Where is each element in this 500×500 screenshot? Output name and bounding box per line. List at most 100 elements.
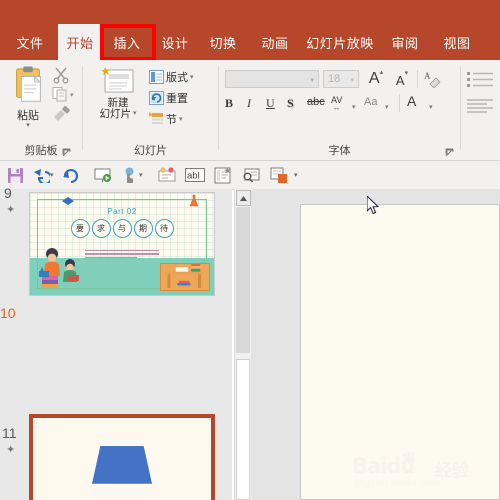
touch-dropdown-caret[interactable]: ▾ <box>139 171 143 179</box>
align-button[interactable] <box>467 98 497 119</box>
tab-transition[interactable]: 切换 <box>200 24 246 60</box>
font-dialog-launcher[interactable] <box>445 148 454 157</box>
slideshow-icon <box>94 168 111 182</box>
thumb9-char-1: 要 <box>70 219 90 238</box>
thumb9-char-3: 与 <box>112 219 132 238</box>
change-case-glyph: Aa <box>364 96 378 108</box>
thumb9-char-5: 待 <box>154 219 174 238</box>
paste-dropdown-caret[interactable]: ▾ <box>26 122 30 129</box>
thumb9-flask-icon <box>189 194 199 207</box>
undo-dropdown-caret[interactable]: ▾ <box>50 171 54 179</box>
font-name-dropdown-caret[interactable]: ▾ <box>310 76 314 84</box>
layout-icon <box>149 70 164 84</box>
thumb10-trapezoid-shape[interactable] <box>92 445 152 484</box>
shrink-font-button[interactable]: A ▾ <box>391 69 413 91</box>
copy-dropdown-caret[interactable]: ▾ <box>70 91 74 99</box>
tab-review[interactable]: 审阅 <box>382 24 428 60</box>
redo-button[interactable] <box>60 164 82 186</box>
scrollbar-track-lower[interactable] <box>236 359 250 500</box>
powerpoint-window: 文件 开始 插入 设计 切换 动画 幻灯片放映 审阅 视图 粘贴 ▾ ▾ 剪贴板… <box>0 0 500 500</box>
shrink-font-glyph: A <box>395 72 405 88</box>
thumb9-children-illustration <box>39 248 79 288</box>
reset-icon <box>149 91 164 105</box>
slide-editing-area[interactable] <box>251 189 500 500</box>
ribbon-group-font: ▾ 18 ▾ A ▴ A ▾ A B I U S abc AV ↔ ▾ Aa ▾… <box>219 60 460 160</box>
font-size-value: 18 <box>328 73 341 85</box>
copy-icon <box>52 87 67 102</box>
save-button[interactable] <box>4 164 26 186</box>
paste-label: 粘贴 <box>17 110 39 122</box>
paste-icon <box>16 66 42 102</box>
section-dropdown-caret[interactable]: ▾ <box>179 115 183 123</box>
align-left-icon <box>467 99 493 113</box>
outline-view-button[interactable] <box>212 164 234 186</box>
italic-button[interactable]: I <box>247 96 251 111</box>
svg-text:A: A <box>424 71 431 81</box>
clear-formatting-button[interactable]: A <box>422 69 444 89</box>
underline-button[interactable]: U <box>266 96 275 111</box>
tab-insert[interactable]: 插入 <box>104 24 150 60</box>
new-slide-icon <box>101 67 134 93</box>
bold-button[interactable]: B <box>225 96 233 111</box>
text-shadow-button[interactable]: S <box>287 96 294 111</box>
reset-label: 重置 <box>166 93 188 105</box>
italic-glyph: I <box>247 96 251 110</box>
outline-view-icon <box>214 166 231 183</box>
find-button[interactable] <box>240 164 262 186</box>
new-slide-dropdown-caret[interactable]: ▾ <box>133 108 137 120</box>
font-size-input[interactable]: 18 ▾ <box>323 70 359 88</box>
tab-file[interactable]: 文件 <box>4 24 56 60</box>
section-button[interactable]: 节 ▾ <box>149 111 183 127</box>
slide-thumbnail-pane[interactable]: 9 ✦ Part 02 要 求 与 期 待 10 11 ✦ <box>0 185 232 500</box>
section-label: 节 <box>166 114 177 126</box>
thumbnail-slide-9[interactable]: Part 02 要 求 与 期 待 <box>29 192 215 296</box>
customize-qat-caret[interactable]: ▾ <box>294 171 298 179</box>
tab-view[interactable]: 视图 <box>434 24 480 60</box>
bullets-button[interactable] <box>467 70 497 95</box>
cut-button[interactable] <box>52 66 74 84</box>
touch-mode-button[interactable] <box>118 164 140 186</box>
char-spacing-dropdown-caret[interactable]: ▾ <box>352 103 356 111</box>
change-case-dropdown-caret[interactable]: ▾ <box>385 103 389 111</box>
paste-button[interactable]: 粘贴 ▾ <box>6 66 50 129</box>
tab-slideshow[interactable]: 幻灯片放映 <box>302 24 378 60</box>
character-spacing-button[interactable]: AV ↔ <box>331 96 342 112</box>
tab-home[interactable]: 开始 <box>58 24 102 60</box>
new-slide-button[interactable]: 新建 幻灯片 ▾ <box>89 66 147 132</box>
thumbnail-scrollbar[interactable] <box>234 189 251 500</box>
font-color-button[interactable]: A <box>407 94 416 108</box>
font-size-dropdown-caret[interactable]: ▾ <box>350 76 354 84</box>
thumb9-desk-illustration <box>160 263 210 291</box>
reset-button[interactable]: 重置 <box>149 90 188 106</box>
clipboard-dialog-launcher[interactable] <box>62 148 71 157</box>
undo-button[interactable] <box>30 164 52 186</box>
thumb9-char-4: 期 <box>133 219 153 238</box>
undo-icon <box>34 169 50 183</box>
format-painter-button[interactable] <box>52 105 74 123</box>
scroll-up-button[interactable] <box>236 190 251 206</box>
font-name-input[interactable]: ▾ <box>225 70 319 88</box>
slide-canvas[interactable] <box>300 204 500 500</box>
save-icon <box>7 167 23 183</box>
thumbnail-slide-10[interactable]: 要求与期待 PPT <box>29 414 215 500</box>
thumb9-book-icon <box>62 197 74 205</box>
start-slideshow-button[interactable] <box>92 164 114 186</box>
text-box-button[interactable]: abl <box>184 164 206 186</box>
grow-font-button[interactable]: A ▴ <box>365 68 387 90</box>
arrange-shapes-button[interactable] <box>268 164 290 186</box>
triangle-up-icon <box>240 195 247 201</box>
new-comment-button[interactable] <box>156 164 178 186</box>
font-color-dropdown-caret[interactable]: ▾ <box>429 103 433 111</box>
ribbon-tab-bar: 文件 开始 插入 设计 切换 动画 幻灯片放映 审阅 视图 <box>0 24 500 60</box>
layout-dropdown-caret[interactable]: ▾ <box>190 73 194 81</box>
change-case-button[interactable]: Aa <box>364 96 377 108</box>
scrollbar-thumb[interactable] <box>236 207 250 353</box>
strikethrough-button[interactable]: abc <box>307 96 325 108</box>
new-slide-label-line2: 幻灯片 <box>99 108 131 120</box>
tab-design[interactable]: 设计 <box>152 24 198 60</box>
find-icon <box>243 168 259 183</box>
scissors-icon <box>53 67 69 84</box>
arrange-shapes-icon <box>270 167 287 183</box>
layout-button[interactable]: 版式 ▾ <box>149 69 194 85</box>
tab-animation[interactable]: 动画 <box>252 24 298 60</box>
